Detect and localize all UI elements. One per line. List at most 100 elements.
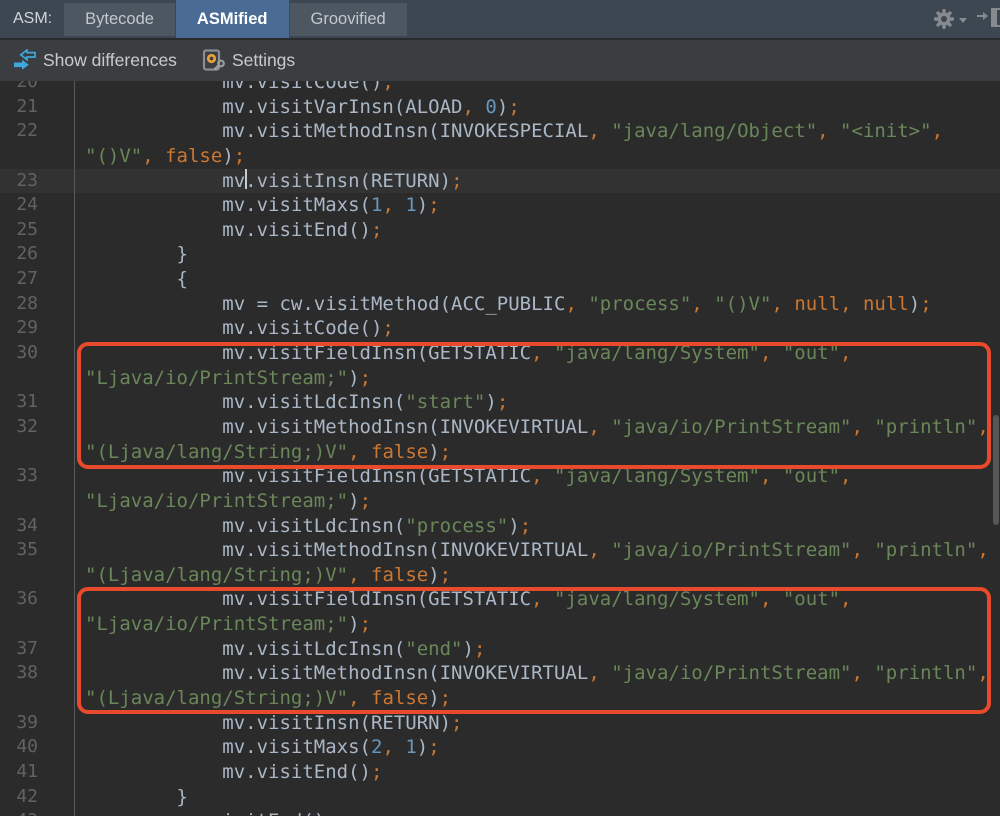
- tab-groovified[interactable]: Groovified: [290, 3, 407, 36]
- line-number: 34: [0, 514, 75, 539]
- line-number: [0, 366, 75, 391]
- code-line[interactable]: 40 mv.visitMaxs(2, 1);: [0, 735, 1000, 760]
- code-line[interactable]: "Ljava/io/PrintStream;");: [0, 612, 1000, 637]
- code-text: mv.visitFieldInsn(GETSTATIC, "java/lang/…: [75, 464, 852, 489]
- code-line[interactable]: 37 mv.visitLdcInsn("end");: [0, 637, 1000, 662]
- line-number: 36: [0, 587, 75, 612]
- tab-label: Groovified: [311, 10, 386, 29]
- code-line[interactable]: 35 mv.visitMethodInsn(INVOKEVIRTUAL, "ja…: [0, 538, 1000, 563]
- line-number: [0, 440, 75, 465]
- code-line[interactable]: "()V", false);: [0, 144, 1000, 169]
- tab-bytecode[interactable]: Bytecode: [64, 3, 175, 36]
- code-line[interactable]: 34 mv.visitLdcInsn("process");: [0, 514, 1000, 539]
- line-number: 27: [0, 267, 75, 292]
- line-number: [0, 144, 75, 169]
- line-number: [0, 563, 75, 588]
- line-number: 26: [0, 242, 75, 267]
- code-line[interactable]: 21 mv.visitVarInsn(ALOAD, 0);: [0, 95, 1000, 120]
- line-number: 21: [0, 95, 75, 120]
- code-text: "(Ljava/lang/String;)V", false);: [75, 440, 451, 465]
- code-text: mv.visitInsn(RETURN);: [75, 711, 463, 736]
- code-line[interactable]: "Ljava/io/PrintStream;");: [0, 489, 1000, 514]
- line-number: 23: [0, 169, 75, 194]
- tab-label: Bytecode: [85, 10, 154, 29]
- code-text: mv.visitCode();: [75, 81, 394, 95]
- line-number: 43: [0, 809, 75, 816]
- line-number: 41: [0, 760, 75, 785]
- line-number: 31: [0, 390, 75, 415]
- line-number: 40: [0, 735, 75, 760]
- code-line[interactable]: 33 mv.visitFieldInsn(GETSTATIC, "java/la…: [0, 464, 1000, 489]
- diff-arrows-icon: [13, 49, 37, 72]
- settings-button[interactable]: Settings: [201, 48, 295, 73]
- code-text: "()V", false);: [75, 144, 245, 169]
- line-number: 37: [0, 637, 75, 662]
- code-line[interactable]: 20 mv.visitCode();: [0, 81, 1000, 95]
- code-text: mv.visitVarInsn(ALOAD, 0);: [75, 95, 520, 120]
- code-text: "(Ljava/lang/String;)V", false);: [75, 686, 451, 711]
- code-text: "(Ljava/lang/String;)V", false);: [75, 563, 451, 588]
- line-number: 22: [0, 119, 75, 144]
- code-line[interactable]: 27 {: [0, 267, 1000, 292]
- code-line[interactable]: "(Ljava/lang/String;)V", false);: [0, 440, 1000, 465]
- editor-scrollbar-thumb[interactable]: [993, 415, 999, 525]
- code-text: mv = cw.visitMethod(ACC_PUBLIC, "process…: [75, 292, 932, 317]
- tab-bar: ASM: Bytecode ASMified Groovified: [0, 0, 1000, 38]
- code-text: mv.visitEnd();: [75, 760, 382, 785]
- code-text: mv.visitMethodInsn(INVOKEVIRTUAL, "java/…: [75, 415, 989, 440]
- code-line[interactable]: 25 mv.visitEnd();: [0, 218, 1000, 243]
- code-editor[interactable]: 20 mv.visitCode();21 mv.visitVarInsn(ALO…: [0, 81, 1000, 816]
- code-text: mv.visitLdcInsn("end");: [75, 637, 485, 662]
- code-line[interactable]: "(Ljava/lang/String;)V", false);: [0, 563, 1000, 588]
- code-line[interactable]: "(Ljava/lang/String;)V", false);: [0, 686, 1000, 711]
- line-number: 20: [0, 81, 75, 95]
- line-number: 32: [0, 415, 75, 440]
- code-text: "Ljava/io/PrintStream;");: [75, 489, 371, 514]
- code-line[interactable]: 23 mv.visitInsn(RETURN);: [0, 169, 1000, 194]
- line-number: 33: [0, 464, 75, 489]
- hide-panel-icon[interactable]: [976, 8, 1000, 30]
- chevron-down-icon[interactable]: [959, 18, 967, 23]
- code-text: }: [75, 242, 188, 267]
- show-differences-label: Show differences: [43, 50, 177, 71]
- code-line[interactable]: 26 }: [0, 242, 1000, 267]
- code-line[interactable]: 42 }: [0, 785, 1000, 810]
- code-line[interactable]: 31 mv.visitLdcInsn("start");: [0, 390, 1000, 415]
- code-text: mv.visitLdcInsn("process");: [75, 514, 531, 539]
- text-caret: [245, 169, 247, 189]
- code-text: mv.visitCode();: [75, 316, 394, 341]
- code-line[interactable]: 22 mv.visitMethodInsn(INVOKESPECIAL, "ja…: [0, 119, 1000, 144]
- line-number: 24: [0, 193, 75, 218]
- code-line[interactable]: 32 mv.visitMethodInsn(INVOKEVIRTUAL, "ja…: [0, 415, 1000, 440]
- tab-asmified[interactable]: ASMified: [176, 0, 289, 38]
- code-line[interactable]: 29 mv.visitCode();: [0, 316, 1000, 341]
- code-line[interactable]: 36 mv.visitFieldInsn(GETSTATIC, "java/la…: [0, 587, 1000, 612]
- code-lines: 20 mv.visitCode();21 mv.visitVarInsn(ALO…: [0, 81, 1000, 816]
- settings-label: Settings: [232, 50, 295, 71]
- code-line[interactable]: 28 mv = cw.visitMethod(ACC_PUBLIC, "proc…: [0, 292, 1000, 317]
- code-text: mv.visitFieldInsn(GETSTATIC, "java/lang/…: [75, 587, 852, 612]
- code-text: mv.visitMaxs(1, 1);: [75, 193, 440, 218]
- code-text: mv.visitLdcInsn("start");: [75, 390, 508, 415]
- line-number: 42: [0, 785, 75, 810]
- code-text: mv.visitMaxs(2, 1);: [75, 735, 440, 760]
- code-text: {: [75, 267, 188, 292]
- code-text: mv.visitMethodInsn(INVOKEVIRTUAL, "java/…: [75, 661, 989, 686]
- tab-bar-actions: [933, 0, 1000, 38]
- code-line[interactable]: 39 mv.visitInsn(RETURN);: [0, 711, 1000, 736]
- gear-icon[interactable]: [933, 8, 955, 30]
- line-number: 28: [0, 292, 75, 317]
- line-number: 39: [0, 711, 75, 736]
- code-line[interactable]: 41 mv.visitEnd();: [0, 760, 1000, 785]
- line-number: 30: [0, 341, 75, 366]
- code-line[interactable]: 43 cw.visitEnd();: [0, 809, 1000, 816]
- code-text: "Ljava/io/PrintStream;");: [75, 612, 371, 637]
- code-line[interactable]: 30 mv.visitFieldInsn(GETSTATIC, "java/la…: [0, 341, 1000, 366]
- code-line[interactable]: 24 mv.visitMaxs(1, 1);: [0, 193, 1000, 218]
- code-text: "Ljava/io/PrintStream;");: [75, 366, 371, 391]
- code-line[interactable]: "Ljava/io/PrintStream;");: [0, 366, 1000, 391]
- code-line[interactable]: 38 mv.visitMethodInsn(INVOKEVIRTUAL, "ja…: [0, 661, 1000, 686]
- show-differences-button[interactable]: Show differences: [13, 49, 177, 72]
- line-number: 38: [0, 661, 75, 686]
- settings-wrench-icon: [201, 48, 226, 73]
